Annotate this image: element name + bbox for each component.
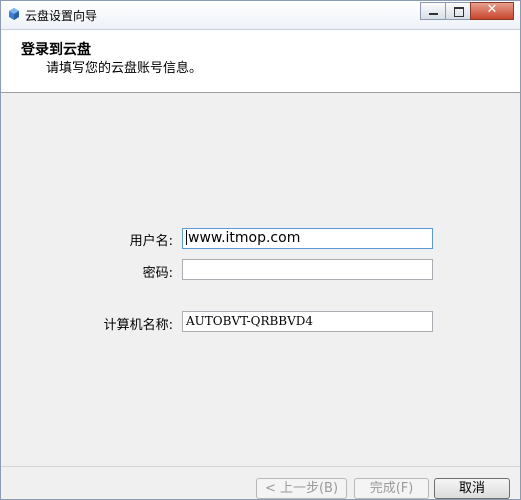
- password-label: 密码:: [142, 266, 173, 281]
- minimize-icon: [429, 13, 438, 15]
- cloud-disk-icon: [9, 8, 19, 20]
- text-caret: [186, 230, 187, 245]
- maximize-button[interactable]: [445, 2, 471, 20]
- computer-name-value: AUTOBVT-QRBBVD4: [186, 314, 314, 328]
- minimize-button[interactable]: [420, 2, 446, 20]
- window-controls: ✕: [420, 2, 514, 20]
- finish-button[interactable]: 完成(F): [354, 478, 429, 499]
- password-field[interactable]: [182, 259, 433, 280]
- wizard-header: 登录到云盘 请填写您的云盘账号信息。: [1, 30, 520, 93]
- wizard-window: 云盘设置向导 ✕ 登录到云盘 请填写您的云盘账号信息。 用户名: www.itm…: [0, 0, 521, 500]
- computer-name-field[interactable]: AUTOBVT-QRBBVD4: [182, 311, 433, 332]
- maximize-icon: [454, 7, 464, 17]
- page-subtitle: 请填写您的云盘账号信息。: [46, 61, 203, 76]
- title-bar: 云盘设置向导 ✕: [1, 1, 520, 30]
- username-label: 用户名:: [129, 234, 173, 249]
- footer-divider: [1, 466, 520, 467]
- window-title: 云盘设置向导: [25, 9, 98, 23]
- back-button[interactable]: < 上一步(B): [256, 478, 347, 499]
- page-title: 登录到云盘: [21, 42, 91, 58]
- close-button[interactable]: ✕: [470, 2, 514, 20]
- username-field[interactable]: www.itmop.com: [182, 228, 433, 249]
- username-value: www.itmop.com: [188, 230, 301, 246]
- close-icon: ✕: [486, 2, 498, 17]
- computer-name-label: 计算机名称:: [103, 318, 173, 333]
- cancel-button[interactable]: 取消: [434, 478, 510, 499]
